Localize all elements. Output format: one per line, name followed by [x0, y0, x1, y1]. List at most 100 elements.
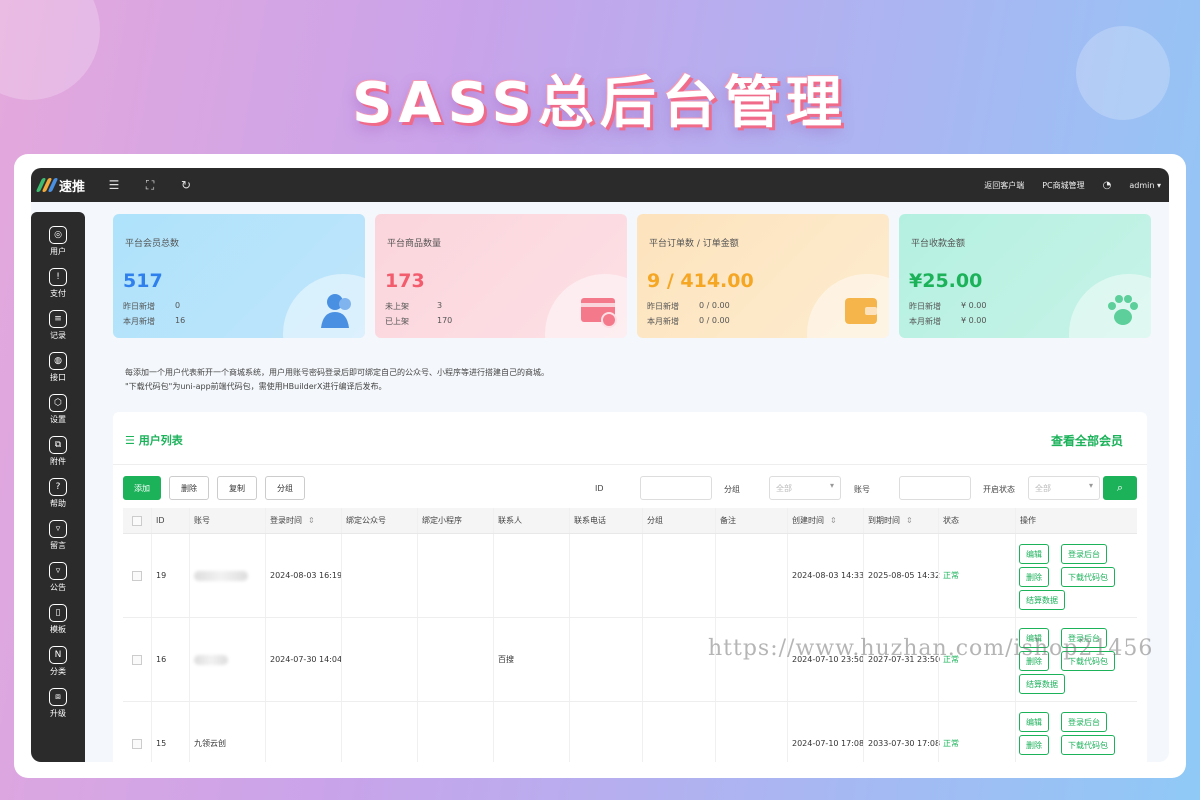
select-all-checkbox[interactable]: [132, 515, 142, 526]
card-stat: 本月新增 ¥ 0.00: [909, 316, 987, 326]
stat-card-members: 平台会员总数 517 昨日新增 0 本月新增 16: [113, 214, 365, 338]
row-contact: [493, 702, 498, 762]
group-filter-select[interactable]: 全部 ▾: [769, 476, 841, 500]
fingerprint-icon: ◎: [49, 225, 67, 244]
id-filter-label: ID: [595, 484, 604, 493]
table-header: ID 账号 登录时间 ⇕ 绑定公众号 绑定小程序 联系人 联系电话 分组 备注 创…: [123, 508, 1137, 534]
search-button[interactable]: ⌕: [1103, 476, 1137, 500]
row-id: 19: [151, 534, 166, 617]
sidebar-item-attachment[interactable]: ⧉ 附件: [31, 430, 85, 472]
logo[interactable]: 速推: [35, 176, 85, 195]
row-login-time: 2024-08-03 16:19: [265, 534, 342, 617]
status-badge: 正常: [938, 702, 959, 762]
col-contact: 联系人: [493, 508, 522, 533]
pc-mall-link[interactable]: PC商城管理: [1042, 180, 1084, 191]
user-list-panel: ☰ 用户列表 查看全部会员 添加 删除 复制 分组 ID 分组 全部 ▾ 账号 开…: [113, 412, 1147, 762]
users-icon: [321, 294, 351, 328]
row-account: 九领云创: [189, 702, 226, 762]
delete-row-button[interactable]: 删除: [1019, 567, 1049, 587]
settings-icon: ⬡: [49, 393, 67, 412]
card-stat: 本月新增 0 / 0.00: [647, 316, 730, 326]
panel-title: ☰ 用户列表: [125, 434, 183, 447]
refresh-icon[interactable]: ↻: [179, 178, 193, 192]
id-filter-input[interactable]: [640, 476, 712, 500]
download-code-button[interactable]: 下载代码包: [1061, 567, 1115, 587]
row-created: 2024-07-10 17:08: [787, 702, 864, 762]
sidebar-item-message[interactable]: ▿ 留言: [31, 514, 85, 556]
row-account: [189, 534, 248, 617]
sidebar-item-pay[interactable]: ! 支付: [31, 262, 85, 304]
status-filter-select[interactable]: 全部 ▾: [1028, 476, 1100, 500]
template-icon: ▯: [49, 603, 67, 622]
download-code-button[interactable]: 下载代码包: [1061, 735, 1115, 755]
account-filter-label: 账号: [854, 485, 870, 494]
sidebar-item-help[interactable]: ? 帮助: [31, 472, 85, 514]
sidebar-item-template[interactable]: ▯ 模板: [31, 598, 85, 640]
edit-button[interactable]: 编辑: [1019, 712, 1049, 732]
col-login-time[interactable]: 登录时间 ⇕: [265, 508, 315, 533]
stat-cards: 平台会员总数 517 昨日新增 0 本月新增 16 平台商品数量 173 未上架 3 …: [113, 214, 1151, 338]
row-checkbox[interactable]: [132, 738, 142, 749]
chevron-down-icon: ▾: [829, 481, 834, 490]
sidebar: ◎ 用户 ! 支付 ≡ 记录 ◍ 接口 ⬡ 设置 ⧉ 附件 ? 帮助 ▿ 留言 ▿ 公告 ▯ 模板 …: [31, 212, 85, 762]
group-button[interactable]: 分组: [265, 476, 305, 500]
row-checkbox[interactable]: [132, 570, 142, 581]
col-created[interactable]: 创建时间 ⇕: [787, 508, 837, 533]
card-title: 平台订单数 / 订单金额: [649, 239, 739, 249]
sidebar-item-record[interactable]: ≡ 记录: [31, 304, 85, 346]
card-stat: 本月新增 16: [123, 316, 186, 326]
settle-data-button[interactable]: 结算数据: [1019, 674, 1065, 694]
add-button[interactable]: 添加: [123, 476, 161, 500]
copy-button[interactable]: 复制: [217, 476, 257, 500]
table-row: 15 九领云创 2024-07-10 17:08 2033-07-30 17:0…: [123, 702, 1137, 762]
row-checkbox[interactable]: [132, 654, 142, 665]
col-remark: 备注: [715, 508, 736, 533]
row-id: 15: [151, 702, 166, 762]
card-stat: 昨日新增 0: [123, 301, 181, 311]
sidebar-item-category[interactable]: N 分类: [31, 640, 85, 682]
row-contact: 百搜: [493, 618, 514, 701]
view-all-members-link[interactable]: 查看全部会员: [1051, 432, 1123, 449]
card-stat: 未上架 3: [385, 301, 443, 311]
card-value: 173: [385, 270, 425, 292]
menu-icon[interactable]: ☰: [107, 178, 121, 192]
col-expire[interactable]: 到期时间 ⇕: [863, 508, 913, 533]
edit-button[interactable]: 编辑: [1019, 544, 1049, 564]
sidebar-item-api[interactable]: ◍ 接口: [31, 346, 85, 388]
col-id: ID: [151, 508, 165, 533]
card-stat: 昨日新增 0 / 0.00: [647, 301, 730, 311]
sidebar-item-upgrade[interactable]: ⧈ 升级: [31, 682, 85, 724]
sidebar-item-settings[interactable]: ⬡ 设置: [31, 388, 85, 430]
api-icon: ◍: [49, 351, 67, 370]
login-admin-button[interactable]: 登录后台: [1061, 712, 1107, 732]
delete-button[interactable]: 删除: [169, 476, 209, 500]
user-menu[interactable]: admin ▾: [1129, 181, 1161, 190]
delete-row-button[interactable]: 删除: [1019, 735, 1049, 755]
back-client-link[interactable]: 返回客户端: [984, 180, 1024, 191]
sort-icon: ⇕: [906, 516, 913, 525]
fullscreen-icon[interactable]: ⛶: [143, 178, 157, 193]
message-icon: ▿: [49, 519, 67, 538]
card-title: 平台会员总数: [125, 239, 180, 249]
row-login-time: 2024-07-30 14:04: [265, 618, 342, 701]
col-wechat: 绑定公众号: [341, 508, 386, 533]
sidebar-item-notice[interactable]: ▿ 公告: [31, 556, 85, 598]
top-bar: 速推 ☰ ⛶ ↻ 返回客户端 PC商城管理 ◔ admin ▾: [31, 168, 1169, 202]
palette-icon[interactable]: ◔: [1103, 180, 1112, 191]
stat-card-products: 平台商品数量 173 未上架 3 已上架 170: [375, 214, 627, 338]
sort-icon: ⇕: [830, 516, 837, 525]
main-content: 平台会员总数 517 昨日新增 0 本月新增 16 平台商品数量 173 未上架 3 …: [91, 202, 1169, 762]
stat-card-orders: 平台订单数 / 订单金额 9 / 414.00 昨日新增 0 / 0.00 本月新…: [637, 214, 889, 338]
account-filter-input[interactable]: [899, 476, 971, 500]
sort-icon: ⇕: [308, 516, 315, 525]
row-account: [189, 618, 228, 701]
login-admin-button[interactable]: 登录后台: [1061, 544, 1107, 564]
col-actions: 操作: [1015, 508, 1036, 533]
paw-icon: [1108, 295, 1138, 325]
settle-data-button[interactable]: 结算数据: [1019, 590, 1065, 610]
card-stat: 昨日新增 ¥ 0.00: [909, 301, 987, 311]
sidebar-item-user[interactable]: ◎ 用户: [31, 220, 85, 262]
row-expire: 2033-07-30 17:08: [863, 702, 940, 762]
search-icon: ⌕: [1116, 481, 1124, 494]
table-row: 19 2024-08-03 16:19 2024-08-03 14:33 202…: [123, 534, 1137, 618]
